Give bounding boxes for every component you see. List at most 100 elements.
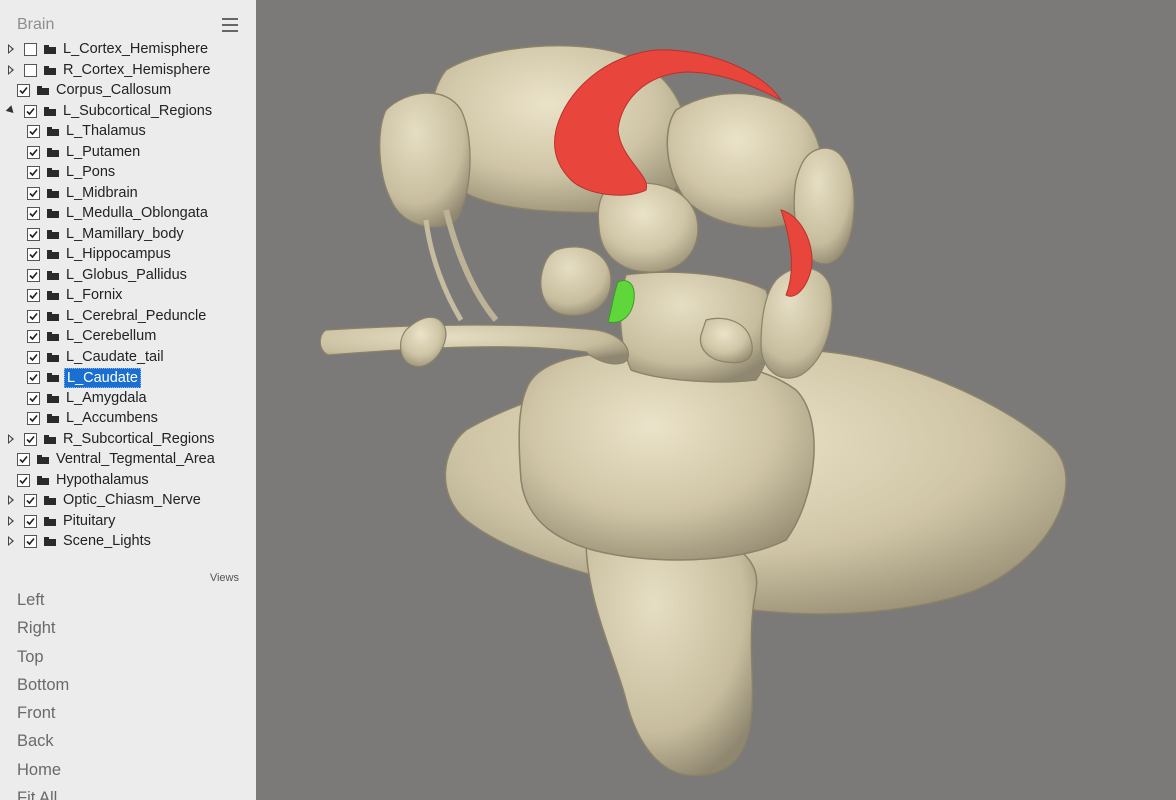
visibility-checkbox[interactable] <box>27 412 40 425</box>
tree-item-label[interactable]: Hypothalamus <box>54 471 151 489</box>
tree-row[interactable]: R_Cortex_Hemisphere <box>0 60 256 81</box>
tree-item-label[interactable]: R_Cortex_Hemisphere <box>61 61 212 79</box>
view-item[interactable]: Front <box>17 701 69 729</box>
tree-row[interactable]: L_Midbrain <box>0 183 256 204</box>
tree-item-label[interactable]: L_Amygdala <box>64 389 149 407</box>
expand-arrow-right-icon[interactable] <box>6 535 16 547</box>
expand-arrow-right-icon[interactable] <box>6 43 16 55</box>
visibility-checkbox[interactable] <box>24 43 37 56</box>
visibility-checkbox[interactable] <box>27 371 40 384</box>
tree-item-label[interactable]: L_Caudate <box>64 368 141 388</box>
tree-row[interactable]: Hypothalamus <box>0 470 256 491</box>
tree-item-label[interactable]: L_Globus_Pallidus <box>64 266 189 284</box>
folder-icon <box>47 332 59 341</box>
hamburger-menu-icon[interactable] <box>222 18 238 32</box>
visibility-checkbox[interactable] <box>27 330 40 343</box>
visibility-checkbox[interactable] <box>24 494 37 507</box>
expand-arrow-right-icon[interactable] <box>6 494 16 506</box>
folder-icon <box>44 106 56 116</box>
tree-item-label[interactable]: L_Caudate_tail <box>64 348 166 366</box>
tree-row[interactable]: L_Cortex_Hemisphere <box>0 39 256 60</box>
visibility-checkbox[interactable] <box>27 391 40 405</box>
tree-item-label[interactable]: R_Subcortical_Regions <box>61 430 217 448</box>
tree-row[interactable]: L_Putamen <box>0 142 256 163</box>
tree-row[interactable]: L_Accumbens <box>0 408 256 429</box>
visibility-checkbox[interactable] <box>24 535 37 548</box>
visibility-checkbox[interactable] <box>27 227 40 241</box>
visibility-checkbox[interactable] <box>27 207 40 220</box>
visibility-checkbox[interactable] <box>17 84 30 97</box>
tree-item-label[interactable]: L_Hippocampus <box>64 245 173 263</box>
tree-row[interactable]: Optic_Chiasm_Nerve <box>0 490 256 511</box>
visibility-checkbox[interactable] <box>27 289 40 302</box>
view-item[interactable]: Home <box>17 758 69 786</box>
folder-icon <box>37 455 49 464</box>
tree-row[interactable]: L_Mamillary_body <box>0 224 256 245</box>
tree-row[interactable]: R_Subcortical_Regions <box>0 429 256 450</box>
visibility-checkbox[interactable] <box>27 166 40 179</box>
tree-row[interactable]: L_Caudate_tail <box>0 347 256 368</box>
tree-item-label[interactable]: L_Medulla_Oblongata <box>64 204 210 222</box>
visibility-checkbox[interactable] <box>27 248 40 261</box>
tree-item-label[interactable]: L_Pons <box>64 163 117 181</box>
tree-item-label[interactable]: Corpus_Callosum <box>54 81 173 99</box>
visibility-checkbox[interactable] <box>17 473 30 487</box>
expand-arrow-right-icon[interactable] <box>6 64 16 76</box>
tree-row[interactable]: L_Medulla_Oblongata <box>0 203 256 224</box>
tree-row[interactable]: L_Pons <box>0 162 256 183</box>
view-item[interactable]: Top <box>17 645 69 673</box>
tree-row[interactable]: Scene_Lights <box>0 531 256 552</box>
visibility-checkbox[interactable] <box>27 145 40 159</box>
tree-item-label[interactable]: L_Cerebellum <box>64 327 158 345</box>
visibility-checkbox[interactable] <box>17 453 30 466</box>
tree-row[interactable]: Pituitary <box>0 511 256 532</box>
tree-item-label[interactable]: L_Cortex_Hemisphere <box>61 40 210 58</box>
brain-model-render <box>319 44 1067 777</box>
tree-item-label[interactable]: L_Putamen <box>64 143 142 161</box>
visibility-checkbox[interactable] <box>24 63 37 77</box>
tree-item-label[interactable]: Scene_Lights <box>61 532 153 550</box>
view-item[interactable]: Fit All <box>17 786 69 800</box>
visibility-checkbox[interactable] <box>27 268 40 282</box>
visibility-checkbox[interactable] <box>24 514 37 528</box>
tree-item-label[interactable]: Optic_Chiasm_Nerve <box>61 491 203 509</box>
view-item[interactable]: Right <box>17 616 69 644</box>
folder-icon <box>47 270 59 280</box>
tree-row[interactable]: L_Cerebral_Peduncle <box>0 306 256 327</box>
tree-item-label[interactable]: L_Accumbens <box>64 409 160 427</box>
tree-row[interactable]: L_Cerebellum <box>0 326 256 347</box>
tree-item-label[interactable]: Ventral_Tegmental_Area <box>54 450 217 468</box>
tree-item-label[interactable]: L_Subcortical_Regions <box>61 102 214 120</box>
tree-row[interactable]: L_Caudate <box>0 367 256 388</box>
visibility-checkbox[interactable] <box>24 104 37 118</box>
tree-row[interactable]: L_Thalamus <box>0 121 256 142</box>
tree-row[interactable]: L_Fornix <box>0 285 256 306</box>
tree-row[interactable]: L_Globus_Pallidus <box>0 265 256 286</box>
visibility-checkbox[interactable] <box>27 125 40 138</box>
3d-viewport[interactable] <box>256 0 1176 800</box>
visibility-checkbox[interactable] <box>24 432 37 446</box>
tree-item-label[interactable]: Pituitary <box>61 512 117 530</box>
tree-item-label[interactable]: L_Mamillary_body <box>64 225 186 243</box>
tree-item-label[interactable]: L_Fornix <box>64 286 124 304</box>
scene-tree: L_Cortex_Hemisphere R_Cortex_Hemisphere Co… <box>0 39 256 552</box>
tree-item-label[interactable]: L_Thalamus <box>64 122 148 140</box>
visibility-checkbox[interactable] <box>27 350 40 364</box>
view-item[interactable]: Bottom <box>17 673 69 701</box>
visibility-checkbox[interactable] <box>27 186 40 200</box>
view-item[interactable]: Left <box>17 588 69 616</box>
tree-row[interactable]: L_Subcortical_Regions <box>0 101 256 122</box>
tree-row[interactable]: Ventral_Tegmental_Area <box>0 449 256 470</box>
folder-icon <box>37 86 49 95</box>
tree-item-label[interactable]: L_Cerebral_Peduncle <box>64 307 208 325</box>
tree-row[interactable]: L_Hippocampus <box>0 244 256 265</box>
visibility-checkbox[interactable] <box>27 309 40 323</box>
tree-item-label[interactable]: L_Midbrain <box>64 184 140 202</box>
expand-arrow-right-icon[interactable] <box>6 433 16 445</box>
expand-arrow-right-icon[interactable] <box>6 515 16 527</box>
views-section-label: Views <box>209 572 239 584</box>
expand-arrow-down-icon[interactable] <box>6 105 16 117</box>
view-item[interactable]: Back <box>17 729 69 757</box>
tree-row[interactable]: Corpus_Callosum <box>0 80 256 101</box>
tree-row[interactable]: L_Amygdala <box>0 388 256 409</box>
